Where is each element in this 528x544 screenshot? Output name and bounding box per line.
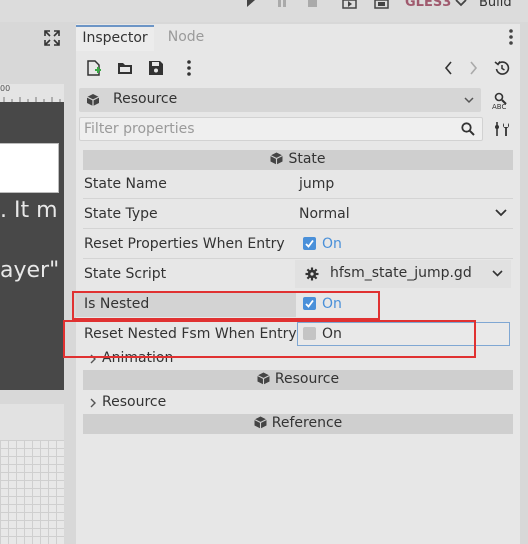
back-icon[interactable] [444,60,454,76]
movie-icon[interactable] [342,0,358,12]
chevron-down-icon[interactable] [455,0,471,12]
viewport-text: ayer" [0,258,60,283]
open-folder-icon[interactable] [117,60,133,76]
search-icon[interactable] [461,122,475,136]
svg-text:ABC: ABC [492,103,506,110]
resource-selector[interactable]: Resource [79,88,481,112]
state-name-label: State Name [84,176,167,192]
scene-icon[interactable] [374,0,390,12]
gear-icon [305,267,319,281]
state-script-value: hfsm_state_jump.gd [330,265,472,281]
chevron-down-icon [492,270,503,277]
new-resource-icon[interactable] [86,60,102,76]
cube-icon [254,415,272,431]
chevron-right-icon[interactable] [89,398,97,408]
expand-icon[interactable] [44,30,60,46]
top-toolbar: GLES3 Build [0,0,528,22]
reset-properties-label: Reset Properties When Entry [84,236,285,252]
divider [83,198,513,199]
viewport-text: . It m [0,198,58,223]
viewport-ruler: 00 [0,84,64,103]
chevron-down-icon [495,209,507,217]
section-resource[interactable]: Resource [83,370,513,390]
state-type-value: Normal [299,206,350,222]
pause-icon[interactable] [276,0,292,12]
history-icon[interactable] [494,60,510,76]
section-title: Resource [274,371,340,387]
grid-area [0,440,64,544]
divider [83,258,513,259]
viewport-element [0,143,59,193]
section-title: Reference [271,415,343,431]
annotation-highlight-reset-nested [63,320,476,358]
more-vert-icon[interactable] [508,28,514,46]
state-script-label: State Script [84,266,167,282]
resource-group[interactable]: Resource [102,394,166,410]
checkbox-checked-icon [303,237,316,250]
filter-input[interactable] [84,119,444,139]
tool-settings-icon[interactable] [494,121,510,137]
renderer-dropdown[interactable]: GLES3 [405,0,451,10]
state-name-field[interactable]: jump [299,176,334,192]
cube-icon [257,371,275,387]
section-reference[interactable]: Reference [83,414,513,434]
cube-icon [86,93,100,107]
more-vert-icon[interactable] [186,60,192,76]
play-icon[interactable] [244,0,260,12]
chevron-down-icon[interactable] [464,97,474,104]
filter-properties-field[interactable] [79,117,483,141]
tab-inspector[interactable]: Inspector [76,25,154,51]
tab-node[interactable]: Node [158,25,214,51]
state-type-dropdown[interactable]: Normal [295,200,511,226]
divider [83,228,513,229]
state-type-label: State Type [84,206,158,222]
resource-label: Resource [113,91,178,107]
annotation-highlight-is-nested [72,291,380,320]
build-button[interactable]: Build [479,0,512,10]
save-icon[interactable] [148,60,164,76]
section-title: State [288,151,326,167]
state-script-picker[interactable]: hfsm_state_jump.gd [295,260,511,288]
stop-icon[interactable] [307,0,323,12]
forward-icon[interactable] [468,60,478,76]
cube-icon [270,151,288,167]
object-tool-icon[interactable]: ABC [492,92,510,110]
checkbox-label: On [322,236,342,252]
section-state[interactable]: State [83,150,513,170]
inspector-panel: Inspector Node Resource ABC Filter prope… [63,24,520,544]
reset-properties-checkbox[interactable]: On [303,236,342,252]
